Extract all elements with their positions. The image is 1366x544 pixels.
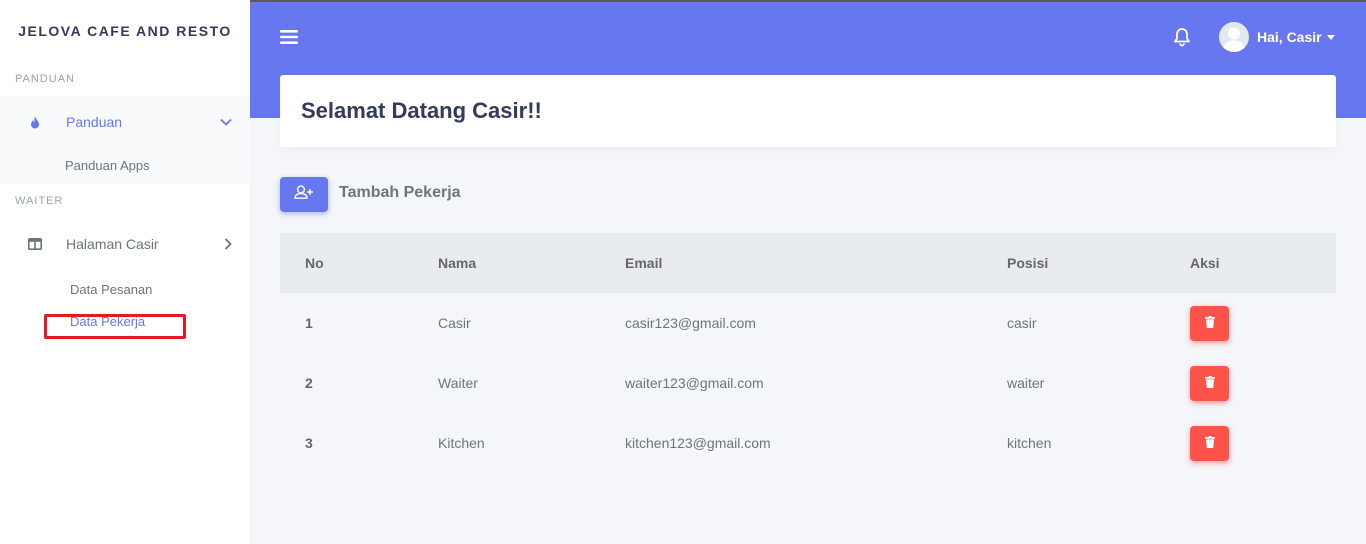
cell-nama: Casir (438, 315, 471, 331)
chevron-right-icon (224, 238, 232, 250)
cell-email: waiter123@gmail.com (625, 375, 764, 391)
cell-no: 2 (305, 375, 313, 391)
cell-no: 3 (305, 435, 313, 451)
sidebar-subitem-panduan-apps[interactable]: Panduan Apps (0, 148, 250, 184)
column-header-aksi: Aksi (1190, 255, 1220, 271)
caret-down-icon (1326, 34, 1335, 40)
trash-icon (1204, 435, 1215, 451)
panduan-dropdown: Panduan Panduan Apps (0, 96, 250, 184)
hamburger-menu-icon[interactable] (280, 29, 298, 50)
fire-icon (26, 115, 44, 129)
column-header-no: No (305, 255, 324, 271)
table-row: 1 Casir casir123@gmail.com casir (280, 293, 1336, 353)
cell-aksi (1190, 293, 1336, 353)
brand-logo-text[interactable]: JELOVA CAFE AND RESTO (0, 0, 250, 62)
add-worker-button[interactable] (280, 177, 328, 212)
bell-icon[interactable] (1172, 27, 1192, 52)
column-header-email: Email (625, 255, 663, 271)
workers-table: No Nama Email Posisi Aksi 1 Casir casir1… (280, 233, 1336, 473)
trash-icon (1204, 315, 1215, 331)
section-header: Selamat Datang Casir!! (280, 75, 1336, 147)
delete-button[interactable] (1190, 305, 1229, 341)
page-title: Selamat Datang Casir!! (301, 98, 542, 123)
sidebar-item-label: Halaman Casir (66, 236, 159, 252)
avatar (1219, 22, 1249, 52)
user-greeting: Hai, Casir (1257, 29, 1322, 45)
user-plus-icon (294, 185, 314, 204)
sidebar-subitem-data-pekerja[interactable]: Data Pekerja (0, 306, 250, 338)
menu-header-waiter: WAITER (15, 195, 64, 207)
column-header-posisi: Posisi (1007, 255, 1049, 271)
sidebar-item-label: Panduan (66, 114, 123, 130)
cell-no: 1 (305, 315, 313, 331)
cell-nama: Waiter (438, 375, 478, 391)
cell-posisi: kitchen (1007, 435, 1052, 451)
sidebar-item-panduan[interactable]: Panduan (0, 96, 250, 148)
cell-email: casir123@gmail.com (625, 315, 756, 331)
cell-email: kitchen123@gmail.com (625, 435, 771, 451)
sidebar-item-halaman-casir[interactable]: Halaman Casir (0, 218, 250, 270)
table-header-row: No Nama Email Posisi Aksi (280, 233, 1336, 293)
delete-button[interactable] (1190, 425, 1229, 461)
table-row: 3 Kitchen kitchen123@gmail.com kitchen (280, 413, 1336, 473)
user-dropdown[interactable]: Hai, Casir (1219, 22, 1335, 52)
cell-aksi (1190, 353, 1336, 413)
column-header-nama: Nama (438, 255, 477, 271)
table-row: 2 Waiter waiter123@gmail.com waiter (280, 353, 1336, 413)
add-worker-label: Tambah Pekerja (339, 184, 461, 201)
cell-posisi: casir (1007, 315, 1037, 331)
chevron-down-icon (220, 118, 232, 126)
cell-aksi (1190, 413, 1336, 473)
cell-nama: Kitchen (438, 435, 485, 451)
sidebar: JELOVA CAFE AND RESTO PANDUAN Panduan Pa… (0, 0, 250, 544)
halaman-casir-dropdown: Halaman Casir Data Pesanan Data Pekerja (0, 218, 250, 338)
columns-icon (26, 238, 44, 250)
delete-button[interactable] (1190, 365, 1229, 401)
trash-icon (1204, 375, 1215, 391)
sidebar-subitem-data-pesanan[interactable]: Data Pesanan (0, 273, 250, 306)
cell-posisi: waiter (1007, 375, 1045, 391)
menu-header-panduan: PANDUAN (15, 73, 75, 85)
